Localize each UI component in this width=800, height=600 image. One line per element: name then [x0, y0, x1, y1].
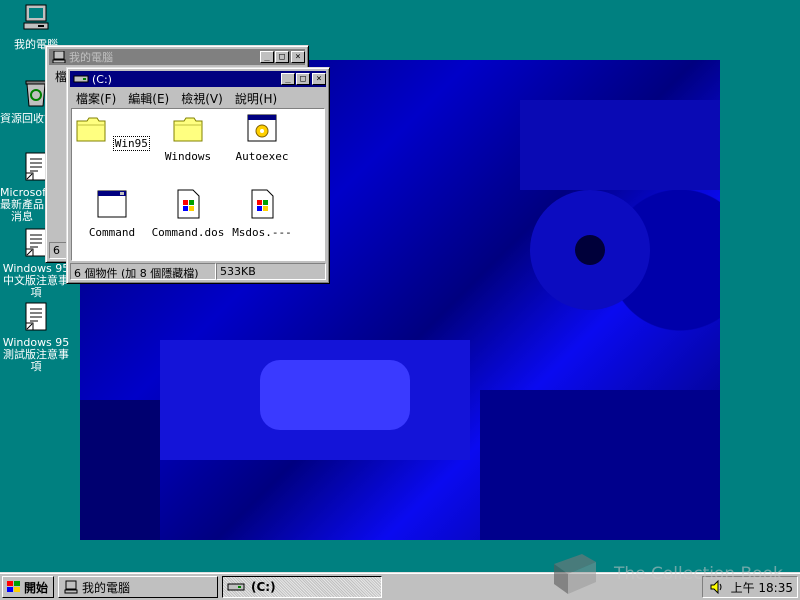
folder-icon [76, 117, 106, 142]
window-title: 我的電腦 [69, 51, 113, 64]
desktop-icon-win95-beta-notes[interactable]: Windows 95 測試版注意事項 [0, 302, 72, 373]
file-item-command-dos[interactable]: Command.dos [150, 189, 226, 239]
book-icon [554, 554, 596, 594]
application-icon [97, 190, 127, 218]
task-button-my-computer[interactable]: 我的電腦 [58, 576, 218, 598]
desktop-icon-label: Windows 95 測試版注意事項 [2, 336, 70, 373]
desktop-icon-label: Windows 95 中文版注意事項 [2, 262, 70, 299]
settings-file-icon [247, 114, 277, 142]
file-item-command[interactable]: Command [74, 189, 150, 239]
start-button[interactable]: 開始 [2, 576, 54, 598]
start-label: 開始 [24, 580, 49, 595]
my-computer-icon [52, 51, 66, 63]
status-size: 533KB [216, 263, 326, 280]
menu-help[interactable]: 說明(H) [229, 90, 283, 107]
windows-file-icon [177, 189, 200, 219]
menu-edit[interactable]: 編輯(E) [122, 90, 175, 107]
status-bar: 6 個物件 (加 8 個隱藏檔) 533KB [70, 263, 326, 280]
desktop: 我的電腦 資源回收筒 Microsoft 最新產品消息 Windows 95 中… [0, 0, 800, 572]
drive-icon [73, 75, 89, 83]
file-item-label: Autoexec [235, 150, 289, 163]
task-button-drive-c[interactable]: (C:) [222, 576, 382, 598]
drive-c-window[interactable]: (C:) _ □ × 檔案(F) 編輯(E) 檢視(V) 說明(H) Win95 [66, 67, 330, 284]
folder-icon [173, 117, 203, 142]
windows-logo-icon [7, 581, 20, 592]
menu-bar: 檔案(F) 編輯(E) 檢視(V) 說明(H) [70, 89, 326, 107]
file-item-label: Command [88, 226, 136, 239]
my-computer-icon [64, 580, 78, 594]
window-title: (C:) [92, 72, 112, 86]
file-item-autoexec[interactable]: Autoexec [224, 113, 300, 163]
file-item-label: Command.dos [151, 226, 225, 239]
desktop-icon-label: Microsoft 最新產品消息 [0, 186, 51, 223]
file-item-win95[interactable]: Win95 [74, 115, 150, 151]
maximize-button[interactable]: □ [296, 73, 310, 85]
close-button[interactable]: × [312, 73, 326, 85]
minimize-button[interactable]: _ [281, 73, 295, 85]
maximize-button[interactable]: □ [275, 51, 289, 63]
document-shortcut-icon [25, 302, 47, 331]
task-label: 我的電腦 [82, 580, 131, 595]
desktop-icon-label: 資源回收筒 [0, 113, 46, 125]
status-count: 6 個物件 (加 8 個隱藏檔) [70, 263, 216, 280]
file-item-windows[interactable]: Windows [150, 115, 226, 163]
file-item-label: Msdos.--- [232, 226, 292, 239]
file-list[interactable]: Win95 Windows Autoexec Command Command.d… [71, 108, 325, 261]
task-label: (C:) [251, 580, 276, 594]
my-computer-icon [23, 4, 49, 30]
watermark-text: The Collection Book [614, 564, 783, 584]
drive-icon [227, 583, 245, 591]
close-button[interactable]: × [291, 51, 305, 63]
drive-c-titlebar[interactable]: (C:) _ □ × [70, 71, 326, 87]
windows-file-icon [251, 189, 274, 219]
file-item-label: Windows [164, 150, 212, 163]
menu-file[interactable]: 檔案(F) [70, 90, 122, 107]
file-item-label: Win95 [112, 136, 150, 151]
menu-view[interactable]: 檢視(V) [175, 90, 229, 107]
minimize-button[interactable]: _ [260, 51, 274, 63]
my-computer-titlebar[interactable]: 我的電腦 _ □ × [49, 49, 305, 65]
file-item-msdos[interactable]: Msdos.--- [224, 189, 300, 239]
desktop-icon-my-computer[interactable]: 我的電腦 [0, 4, 72, 51]
watermark: The Collection Book [548, 550, 798, 600]
